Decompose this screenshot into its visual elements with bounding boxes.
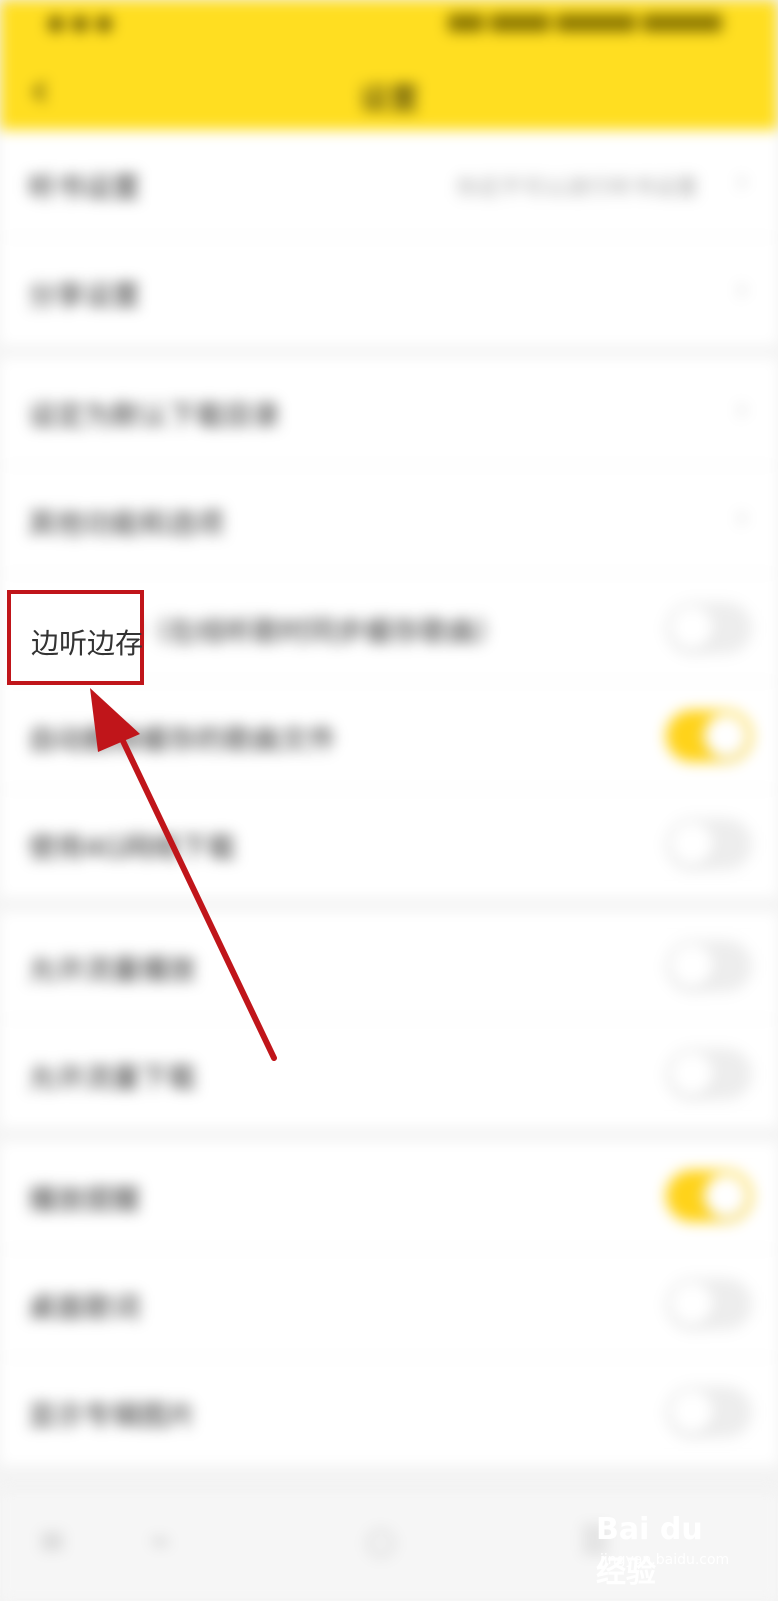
notification-icon	[48, 16, 64, 32]
row-label: 分享设置	[28, 279, 141, 312]
network-icon	[490, 14, 550, 32]
watermark: Bai du 经验 jingyan.baidu.com	[596, 1510, 736, 1590]
wifi-icon	[556, 14, 636, 32]
row-label: 其他功能和选项	[28, 507, 225, 540]
chevron-right-icon: ›	[736, 272, 748, 307]
settings-row: 允许流量播放	[0, 912, 778, 1020]
signal-icon	[448, 14, 484, 32]
trend-icon[interactable]: ⌁	[150, 1521, 170, 1561]
row-label: 播放提醒	[28, 1183, 141, 1216]
settings-group: 播放提醒 桌面歌词 显示专辑图片	[0, 1142, 778, 1465]
toggle-switch[interactable]	[666, 602, 752, 654]
row-label: 使用4G网络下载	[28, 831, 236, 864]
status-bar	[0, 0, 778, 50]
settings-row: 显示专辑图片	[0, 1358, 778, 1465]
settings-row: 桌面歌词	[0, 1250, 778, 1358]
row-value: 你还不可以进行听书设置	[455, 176, 698, 201]
toggle-switch[interactable]	[666, 1170, 752, 1222]
notification-icon	[96, 16, 112, 32]
notification-icon	[72, 16, 88, 32]
battery-icon	[642, 14, 722, 32]
settings-group: 允许流量播放 允许流量下载	[0, 912, 778, 1127]
toggle-switch[interactable]	[666, 1278, 752, 1330]
toggle-switch[interactable]	[666, 1386, 752, 1438]
row-label: 听书设置	[28, 171, 141, 204]
settings-row: 播放提醒	[0, 1142, 778, 1250]
settings-row[interactable]: 其他功能和选项 ›	[0, 466, 778, 574]
chevron-right-icon: ›	[736, 392, 748, 427]
row-label: 允许流量下载	[28, 1061, 197, 1094]
chevron-right-icon: ›	[736, 164, 748, 199]
toggle-switch[interactable]	[666, 710, 752, 762]
settings-row[interactable]: 分享设置 ›	[0, 238, 778, 345]
settings-row[interactable]: 听书设置 你还不可以进行听书设置 ›	[0, 130, 778, 238]
settings-row[interactable]: 设定为默认下载目录 ›	[0, 358, 778, 466]
row-label: 设定为默认下载目录	[28, 399, 281, 432]
row-label: 桌面歌词	[28, 1291, 141, 1324]
chevron-right-icon: ›	[736, 500, 748, 535]
row-label: 显示专辑图片	[28, 1399, 197, 1432]
annotation-label: 边听边存	[31, 627, 144, 660]
toggle-switch[interactable]	[666, 1048, 752, 1100]
settings-row: 自动删除缓存的歌曲文件	[0, 682, 778, 790]
toggle-switch[interactable]	[666, 940, 752, 992]
list-icon[interactable]: ≡	[38, 1521, 67, 1561]
circle-icon[interactable]: ○	[366, 1521, 396, 1561]
settings-group: 听书设置 你还不可以进行听书设置 › 分享设置 ›	[0, 130, 778, 345]
row-label: 允许流量播放	[28, 953, 197, 986]
settings-row: 允许流量下载	[0, 1020, 778, 1127]
toggle-switch[interactable]	[666, 818, 752, 870]
settings-row: 使用4G网络下载	[0, 790, 778, 897]
annotation-callout: 边听边存	[7, 590, 144, 685]
status-indicators	[448, 14, 728, 34]
page-title: 设置	[359, 82, 419, 117]
settings-app: ‹ 设置 听书设置 你还不可以进行听书设置 › 分享设置 › 设定为默认下载目录…	[0, 0, 778, 1601]
watermark-url: jingyan.baidu.com	[600, 1552, 730, 1568]
nav-header: ‹ 设置	[0, 50, 778, 130]
row-label: 自动删除缓存的歌曲文件	[28, 723, 337, 756]
